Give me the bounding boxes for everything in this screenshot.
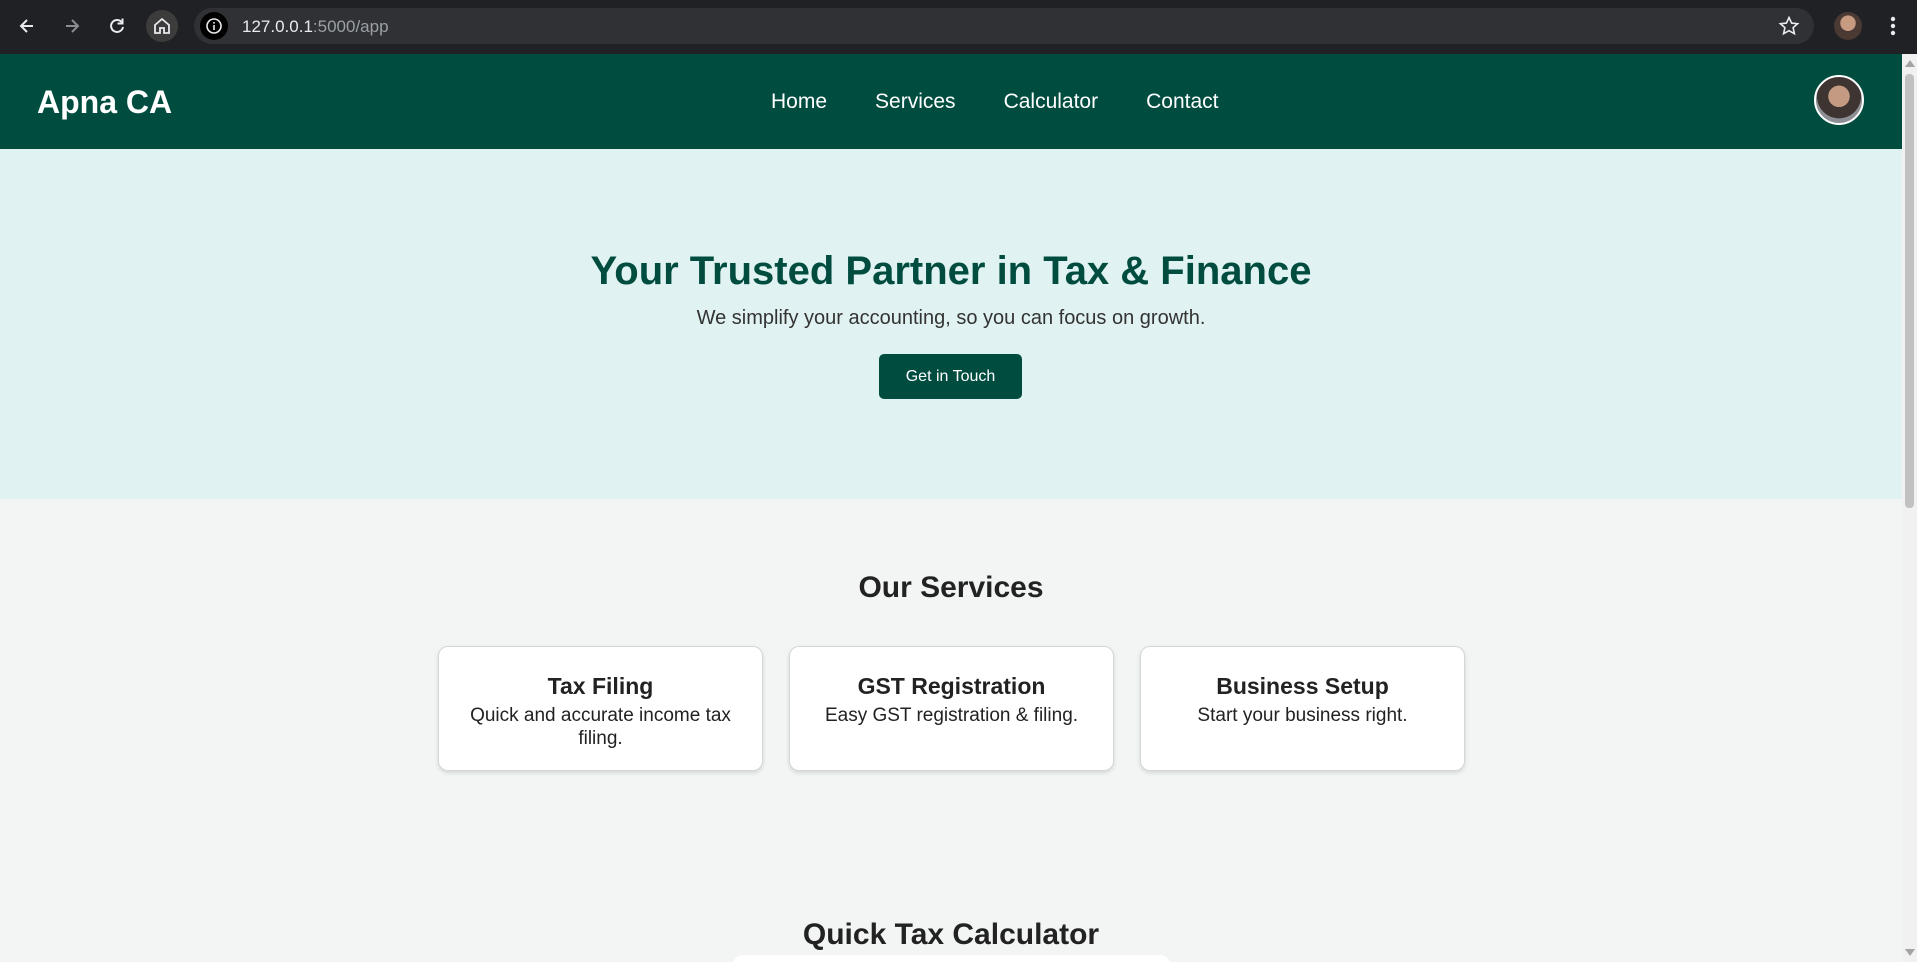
service-card-title: Tax Filing [547, 673, 654, 699]
browser-menu-icon[interactable] [1880, 12, 1906, 40]
nav-link-services[interactable]: Services [875, 90, 956, 114]
user-avatar[interactable] [1814, 75, 1864, 125]
home-icon [154, 17, 170, 34]
url-host: 127.0.0.1 [242, 17, 313, 36]
nav-link-contact[interactable]: Contact [1146, 90, 1218, 114]
reload-icon [110, 18, 124, 33]
hero-subtitle: We simplify your accounting, so you can … [696, 307, 1206, 329]
get-in-touch-button[interactable]: Get in Touch [879, 354, 1022, 399]
forward-arrow-icon [66, 19, 80, 33]
home-button[interactable] [146, 10, 178, 42]
service-card-business-setup[interactable]: Business Setup Start your business right… [1140, 646, 1465, 771]
site-navbar: Apna CA Home Services Calculator Contact [0, 54, 1902, 149]
calculator-heading: Quick Tax Calculator [802, 918, 1100, 951]
services-heading: Our Services [858, 571, 1044, 604]
address-bar[interactable]: 127.0.0.1:5000/app [194, 8, 1814, 44]
scroll-down-arrow-icon[interactable] [1905, 949, 1915, 956]
main-nav: Home Services Calculator Contact [771, 90, 1218, 114]
service-card-description: Easy GST registration & filing. [824, 705, 1079, 726]
service-card-gst-registration[interactable]: GST Registration Easy GST registration &… [789, 646, 1114, 771]
url-text: 127.0.0.1:5000/app [242, 17, 389, 37]
bookmark-star-icon[interactable] [1778, 15, 1800, 42]
service-card-tax-filing[interactable]: Tax Filing Quick and accurate income tax… [438, 646, 763, 771]
nav-link-home[interactable]: Home [771, 90, 827, 114]
service-card-description: Quick and accurate income tax filing. [470, 705, 731, 749]
nav-link-calculator[interactable]: Calculator [1004, 90, 1099, 114]
vertical-scrollbar[interactable] [1902, 54, 1917, 962]
site-info-icon[interactable] [200, 12, 228, 40]
forward-button[interactable] [56, 10, 88, 42]
hero-title: Your Trusted Partner in Tax & Finance [590, 249, 1312, 293]
website: Apna CA Home Services Calculator Contact… [0, 54, 1902, 962]
hero-section: Your Trusted Partner in Tax & Finance We… [0, 149, 1902, 499]
calculator-card [733, 955, 1170, 962]
browser-toolbar: 127.0.0.1:5000/app [0, 0, 1917, 54]
services-list: Tax Filing Quick and accurate income tax… [438, 646, 1465, 771]
service-card-title: GST Registration [857, 673, 1046, 699]
site-brand[interactable]: Apna CA [37, 84, 172, 121]
reload-button[interactable] [101, 10, 133, 42]
back-button[interactable] [11, 10, 43, 42]
service-card-description: Start your business right. [1197, 705, 1408, 726]
page-viewport: Apna CA Home Services Calculator Contact… [0, 54, 1917, 962]
browser-profile-avatar[interactable] [1834, 12, 1862, 40]
back-arrow-icon [19, 19, 33, 33]
scrollbar-thumb[interactable] [1905, 74, 1914, 508]
url-path: :5000/app [312, 17, 389, 36]
scroll-up-arrow-icon[interactable] [1905, 60, 1915, 67]
service-card-title: Business Setup [1216, 673, 1389, 699]
